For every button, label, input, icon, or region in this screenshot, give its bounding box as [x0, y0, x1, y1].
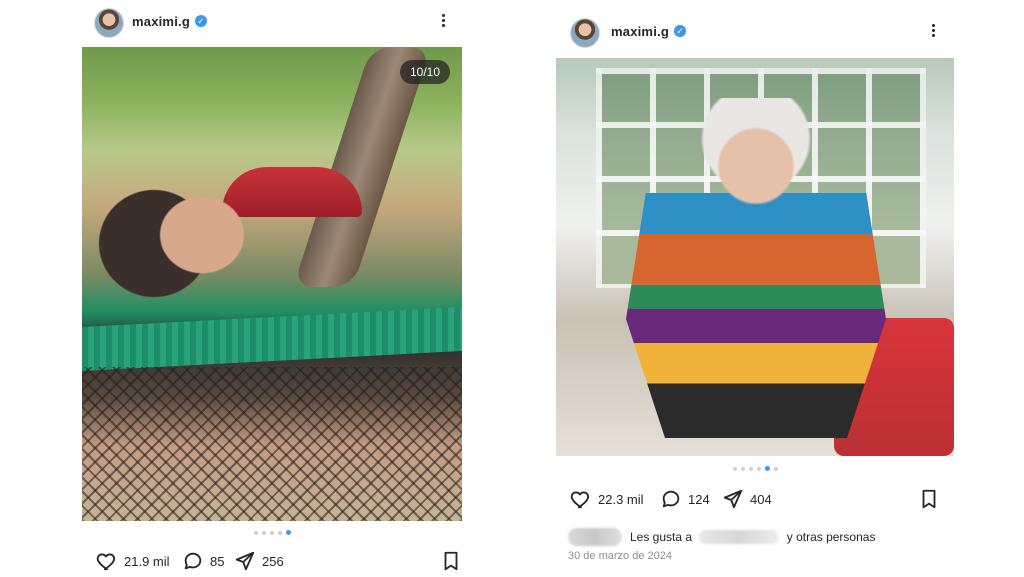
save-button[interactable]	[440, 550, 462, 577]
post-header: maximi.g ✓	[556, 10, 954, 54]
carousel-dot	[261, 530, 266, 535]
carousel-dot	[269, 530, 274, 535]
heart-outline-icon	[96, 553, 115, 571]
more-options-icon[interactable]	[440, 12, 446, 32]
username[interactable]: maximi.g	[611, 24, 669, 39]
carousel-indicator	[556, 466, 954, 474]
carousel-dot	[740, 466, 745, 471]
blurred-username	[699, 530, 780, 545]
comment-count: 124	[688, 491, 710, 507]
post-date: 30 de marzo de 2024	[568, 550, 672, 562]
post-actions-bar: 21.9 mil 85 256	[82, 548, 462, 574]
likes-summary-text: Les gusta a y otras personas	[630, 530, 875, 545]
carousel-dot	[773, 466, 778, 471]
post-card-right: maximi.g ✓ 22.3 mil 124 404 Les gusta a …	[556, 10, 954, 576]
like-count: 21.9 mil	[124, 553, 170, 569]
carousel-dot	[253, 530, 258, 535]
photo-scene-person	[626, 98, 886, 438]
comment-button[interactable]: 85	[182, 548, 224, 574]
bookmark-outline-icon	[444, 551, 458, 571]
comment-button[interactable]: 124	[660, 486, 710, 512]
carousel-dot-active	[764, 466, 770, 471]
carousel-dot-active	[285, 530, 291, 535]
share-button[interactable]: 256	[234, 548, 284, 574]
post-photo[interactable]	[556, 58, 954, 456]
carousel-indicator	[82, 530, 462, 538]
avatar[interactable]	[94, 8, 124, 38]
like-count: 22.3 mil	[598, 491, 644, 507]
share-count: 256	[262, 553, 284, 569]
comment-bubble-icon	[662, 490, 680, 508]
comment-count: 85	[210, 553, 225, 569]
verified-badge-icon: ✓	[195, 15, 207, 27]
post-header: maximi.g ✓	[82, 0, 462, 44]
like-button[interactable]: 21.9 mil	[96, 548, 170, 574]
username[interactable]: maximi.g	[132, 14, 190, 29]
bookmark-outline-icon	[922, 489, 936, 509]
like-button[interactable]: 22.3 mil	[570, 486, 644, 512]
carousel-dot	[277, 530, 282, 535]
avatar[interactable]	[570, 18, 600, 48]
more-options-icon[interactable]	[930, 22, 936, 42]
carousel-dot	[732, 466, 737, 471]
photo-scene-person	[90, 167, 250, 337]
share-count: 404	[750, 491, 772, 507]
paper-plane-icon	[235, 551, 255, 571]
carousel-dot	[748, 466, 753, 471]
post-actions-bar: 22.3 mil 124 404	[556, 486, 954, 512]
likes-prefix: Les gusta a	[630, 529, 693, 544]
carousel-dot	[756, 466, 761, 471]
post-photo[interactable]: 10/10	[82, 47, 462, 521]
blurred-avatars	[568, 528, 622, 546]
paper-plane-icon	[723, 489, 743, 509]
comment-bubble-icon	[184, 552, 202, 570]
heart-outline-icon	[570, 491, 589, 509]
likes-summary: Les gusta a y otras personas	[568, 524, 954, 550]
post-card-left: maximi.g ✓ 10/10 21.9 mil 85 256	[82, 0, 462, 576]
verified-badge-icon: ✓	[674, 25, 686, 37]
share-button[interactable]: 404	[722, 486, 772, 512]
likes-suffix: y otras personas	[786, 529, 876, 544]
carousel-counter-badge: 10/10	[399, 60, 450, 84]
save-button[interactable]	[918, 488, 940, 515]
